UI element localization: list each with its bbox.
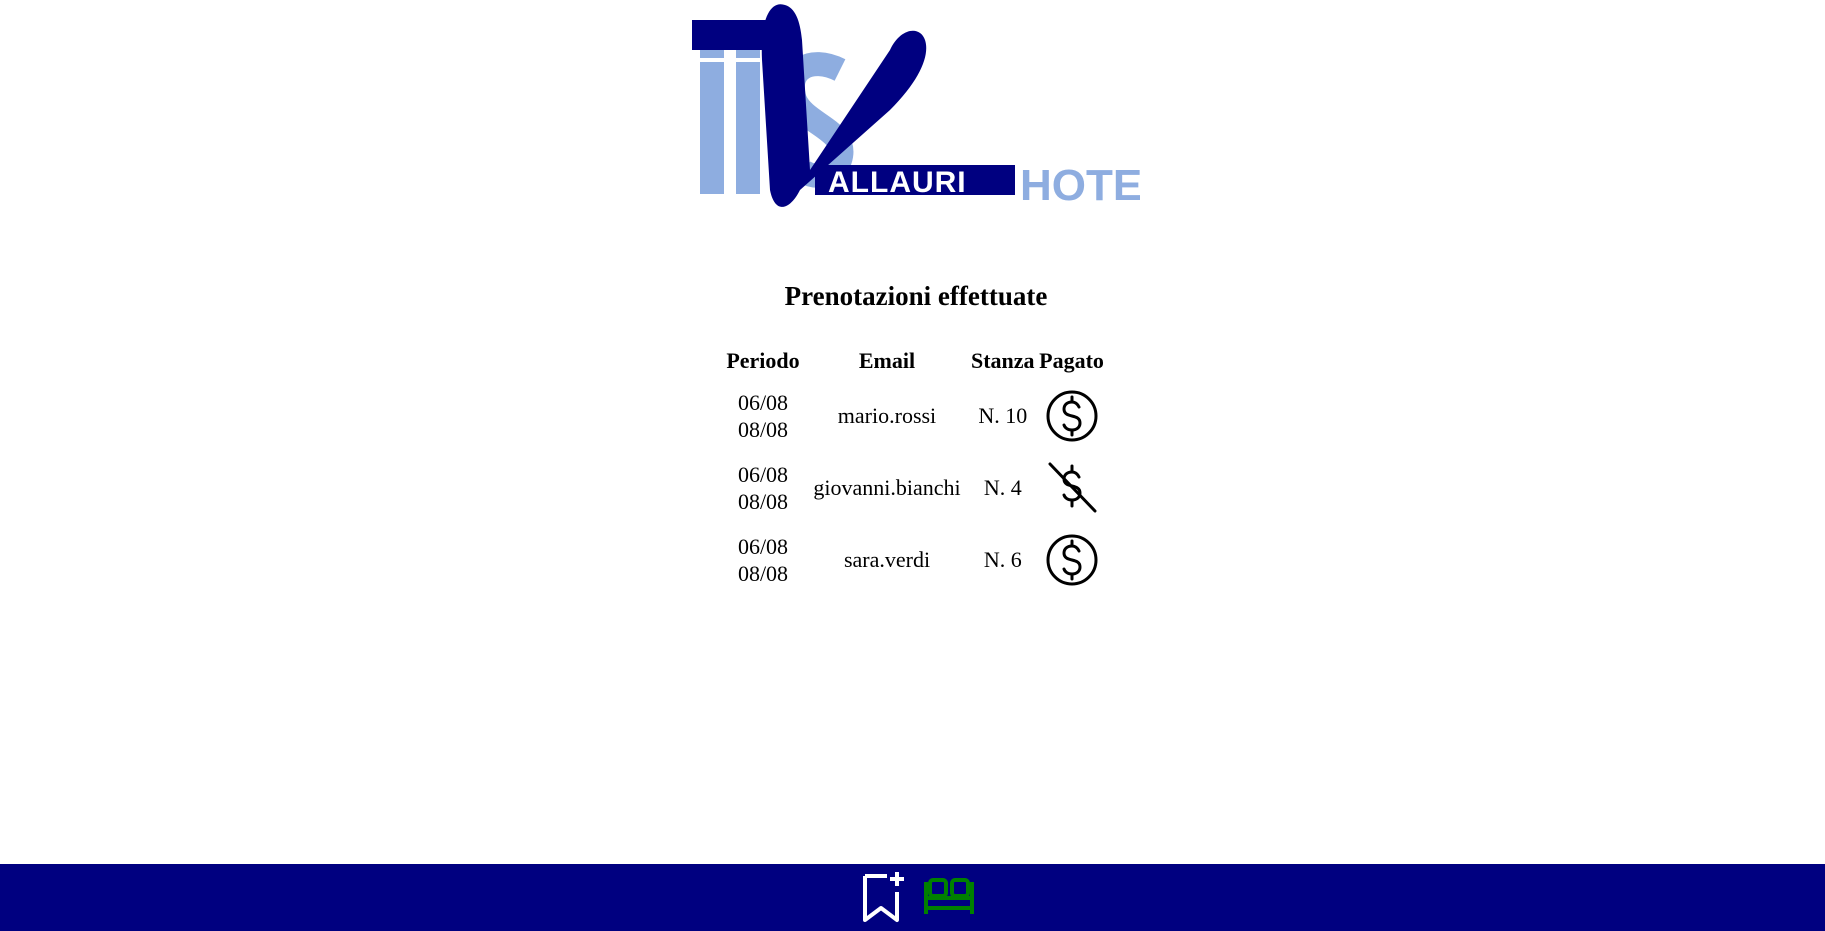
period-from: 06/08	[737, 390, 789, 415]
paid-cell	[1037, 452, 1107, 524]
header-paid: Pagato	[1039, 348, 1104, 373]
period-from: 06/08	[737, 462, 789, 487]
page: ALLAURI HOTEL Prenotazioni effettuate Pe…	[0, 0, 1825, 931]
header-room: Stanza	[971, 348, 1035, 373]
period-to: 08/08	[737, 417, 789, 442]
paid-cell	[1037, 380, 1107, 452]
header-period: Periodo	[726, 348, 800, 373]
period-to: 08/08	[737, 561, 789, 586]
dollar-circle-icon[interactable]	[1040, 533, 1104, 587]
room-cell: N. 4	[983, 475, 1022, 500]
bookings-table: Periodo Email Stanza Pagato 06/08 08/08 …	[721, 342, 1107, 596]
dollar-off-icon[interactable]	[1040, 461, 1104, 515]
period-cell: 06/08 08/08	[721, 380, 805, 452]
page-title: Prenotazioni effettuate	[784, 281, 1048, 311]
header-email: Email	[858, 348, 916, 373]
email-cell: giovanni.bianchi	[813, 475, 961, 500]
footer-bar	[0, 864, 1825, 931]
room-cell: N. 6	[983, 547, 1022, 572]
new-booking-button[interactable]	[861, 870, 907, 924]
bed-icon	[921, 870, 977, 924]
table-header-row: Periodo Email Stanza Pagato	[721, 342, 1107, 380]
room-cell: N. 10	[978, 403, 1028, 428]
rooms-button[interactable]	[921, 870, 977, 924]
bookmark-plus-icon	[861, 870, 907, 924]
email-cell: mario.rossi	[837, 403, 937, 428]
period-to: 08/08	[737, 489, 789, 514]
table-row: 06/08 08/08 giovanni.bianchi N. 4	[721, 452, 1107, 524]
dollar-circle-icon[interactable]	[1040, 389, 1104, 443]
email-cell: sara.verdi	[843, 547, 931, 572]
period-from: 06/08	[737, 534, 789, 559]
paid-cell	[1037, 524, 1107, 596]
period-cell: 06/08 08/08	[721, 452, 805, 524]
table-row: 06/08 08/08 sara.verdi N. 6	[721, 524, 1107, 596]
logo-text-hotel: HOTEL	[1020, 161, 1140, 210]
logo-text-main: ALLAURI	[828, 166, 967, 199]
hotel-logo: ALLAURI HOTEL	[690, 0, 1140, 214]
table-row: 06/08 08/08 mario.rossi N. 10	[721, 380, 1107, 452]
period-cell: 06/08 08/08	[721, 524, 805, 596]
